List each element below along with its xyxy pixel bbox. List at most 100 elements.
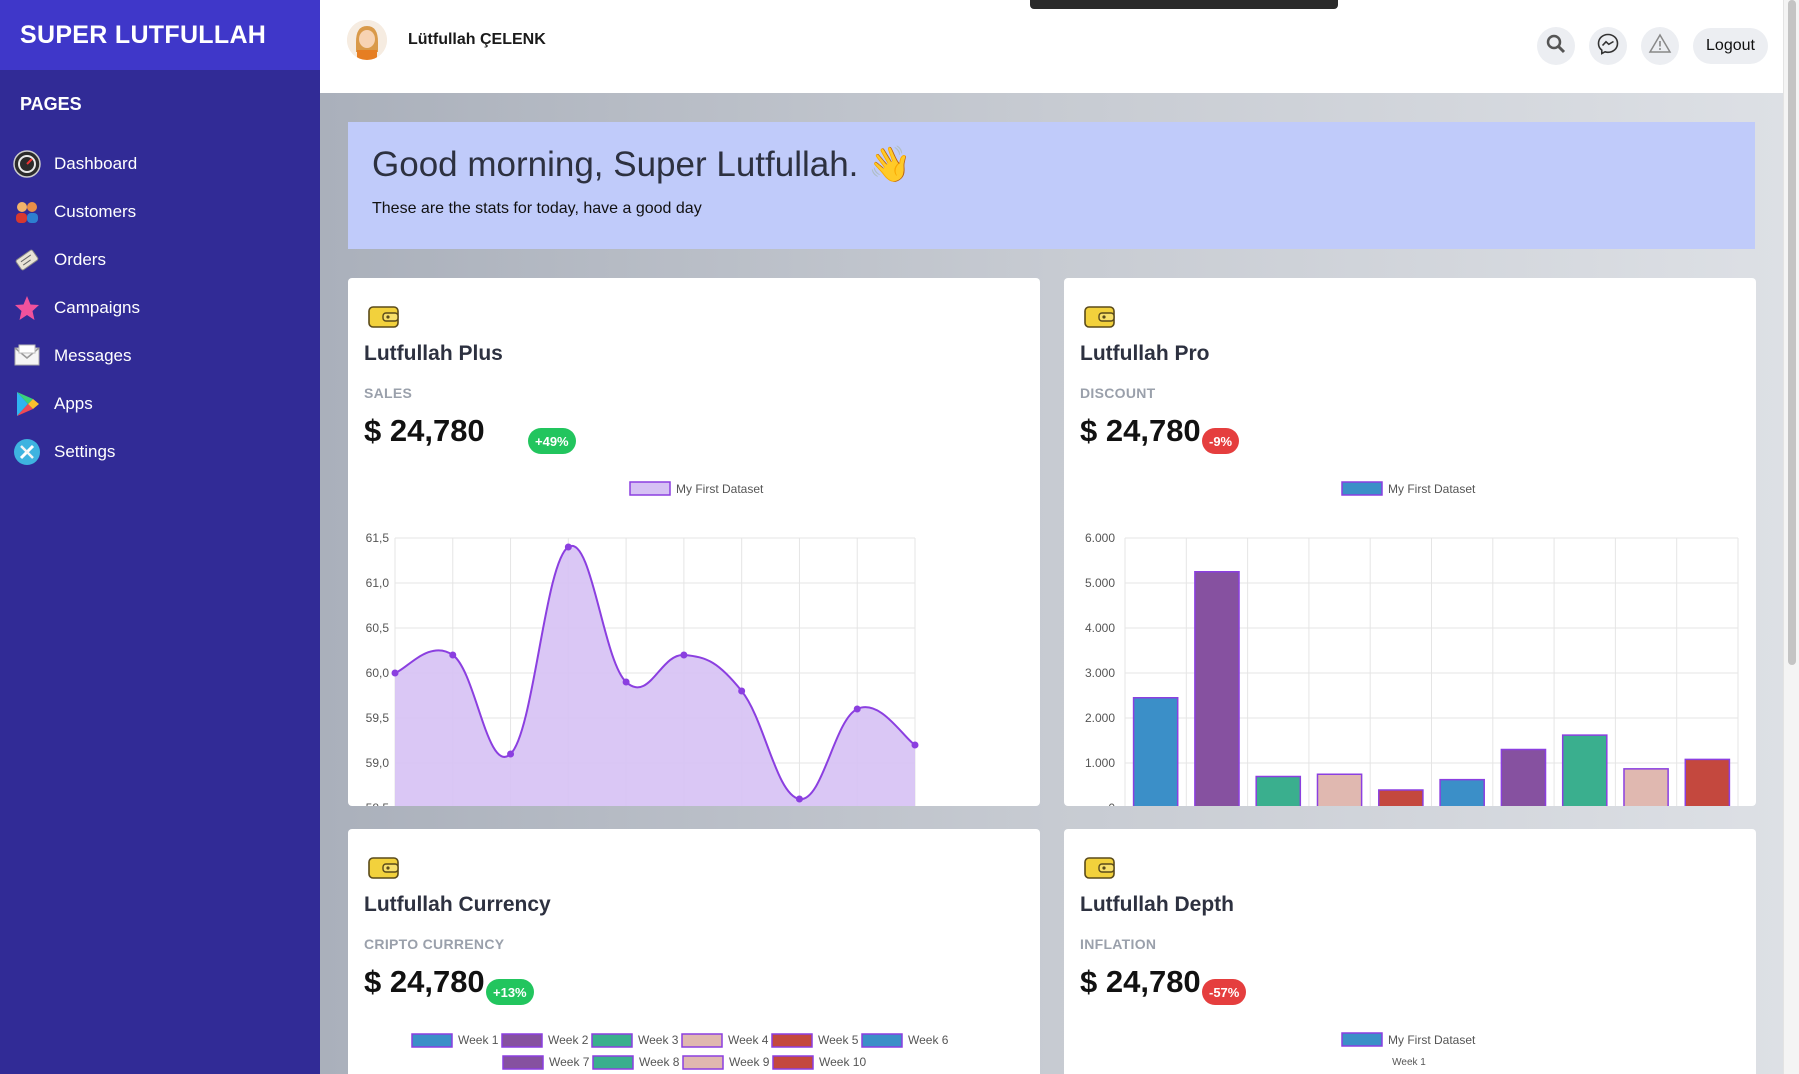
card-amount: $ 24,780 <box>364 964 485 999</box>
legend-swatch <box>772 1055 814 1070</box>
bar-chart-partial: My First DatasetWeek 16.000 <box>1341 1032 1476 1068</box>
dashboard-icon <box>12 149 42 179</box>
y-tick-label: 61,5 <box>366 531 390 545</box>
user-name[interactable]: Lütfullah ÇELENK <box>408 31 546 49</box>
orders-icon <box>12 245 42 275</box>
sidebar-item-orders[interactable]: Orders <box>0 236 320 284</box>
scrollbar-thumb[interactable] <box>1788 0 1796 665</box>
data-point <box>564 543 572 551</box>
legend-swatch <box>501 1033 543 1048</box>
bar <box>1378 789 1424 806</box>
bar <box>1439 778 1485 806</box>
legend-label: Week 4 <box>728 1033 769 1047</box>
data-point <box>622 678 630 686</box>
alert-button[interactable] <box>1641 27 1679 65</box>
card-title: Lutfullah Plus <box>364 342 503 365</box>
avatar[interactable] <box>347 20 387 60</box>
data-point <box>795 795 803 803</box>
change-badge: -57% <box>1202 979 1247 1005</box>
sidebar-item-settings[interactable]: Settings <box>0 428 320 476</box>
pie-chart: Week 1 Week 2 Week 3 Week 4 Week 5 Week 6 Week… <box>411 1033 949 1070</box>
card-title: Lutfullah Depth <box>1080 893 1234 916</box>
y-tick-label: 0 <box>1108 801 1115 806</box>
change-badge: +49% <box>528 428 576 454</box>
card-subtitle: DISCOUNT <box>1080 385 1156 401</box>
logout-button[interactable]: Logout <box>1693 28 1768 64</box>
brand-title[interactable]: SUPER LUTFULLAH <box>0 0 320 70</box>
legend-label: My First Dataset <box>676 482 764 496</box>
sidebar-item-apps[interactable]: Apps <box>0 380 320 428</box>
y-tick-label: 61,0 <box>366 576 390 590</box>
legend-swatch <box>771 1033 813 1048</box>
bar <box>1194 571 1240 806</box>
legend-label: Week 8 <box>639 1055 680 1069</box>
legend-label: My First Dataset <box>1388 1033 1476 1047</box>
messenger-icon <box>1596 32 1620 61</box>
y-tick-label: 6.000 <box>1085 531 1115 545</box>
wallet-icon <box>368 306 399 328</box>
search-button[interactable] <box>1537 27 1575 65</box>
top-overlay-bar <box>1030 0 1338 9</box>
warning-icon <box>1648 32 1672 61</box>
sidebar-item-label: Apps <box>54 394 93 413</box>
y-tick-label: 59,0 <box>366 756 390 770</box>
data-point <box>507 750 515 758</box>
card-title: Lutfullah Currency <box>364 893 551 916</box>
sidebar: SUPER LUTFULLAH PAGES Dashboard Customer… <box>0 0 320 1074</box>
greeting-title: Good morning, Super Lutfullah. 👋 <box>372 145 912 184</box>
data-point <box>680 651 688 659</box>
legend-swatch <box>629 481 671 496</box>
customers-icon <box>12 197 42 227</box>
sidebar-item-label: Customers <box>54 202 137 221</box>
sidebar-item-campaigns[interactable]: Campaigns <box>0 284 320 332</box>
sidebar-item-label: Settings <box>54 442 116 461</box>
legend-label: Week 9 <box>729 1055 770 1069</box>
x-tick-label: Week 1 <box>1392 1057 1426 1068</box>
y-tick-label: 5.000 <box>1085 576 1115 590</box>
tools-icon <box>12 437 42 467</box>
legend-label: Week 5 <box>818 1033 859 1047</box>
bar <box>1316 773 1363 806</box>
sidebar-item-label: Campaigns <box>54 298 140 317</box>
card-amount: $ 24,780 <box>364 413 485 448</box>
wallet-icon <box>1084 306 1115 328</box>
card-subtitle: CRIPTO CURRENCY <box>364 936 505 952</box>
envelope-icon <box>12 341 42 371</box>
sidebar-item-dashboard[interactable]: Dashboard <box>0 140 320 188</box>
bar <box>1255 775 1302 806</box>
data-point <box>449 651 457 659</box>
sidebar-item-customers[interactable]: Customers <box>0 188 320 236</box>
data-point <box>738 687 746 695</box>
card-amount: $ 24,780 <box>1080 964 1201 999</box>
y-tick-label: 60,0 <box>366 666 390 680</box>
messenger-button[interactable] <box>1589 27 1627 65</box>
sidebar-item-messages[interactable]: Messages <box>0 332 320 380</box>
legend-swatch <box>591 1033 633 1048</box>
legend-swatch <box>682 1055 724 1070</box>
legend-label: Week 6 <box>908 1033 949 1047</box>
line-chart: My First Dataset 61,5 61,0 60,5 60,0 59,5 59,0… <box>366 481 919 806</box>
greeting-subtitle: These are the stats for today, have a go… <box>372 200 702 217</box>
sidebar-item-label: Dashboard <box>54 154 138 173</box>
card-title: Lutfullah Pro <box>1080 342 1210 365</box>
legend-label: Week 10 <box>819 1055 866 1069</box>
bar <box>1500 748 1547 806</box>
legend-swatch <box>861 1033 903 1048</box>
legend-swatch <box>411 1033 453 1048</box>
legend-swatch <box>1341 1032 1383 1047</box>
bar <box>1132 697 1179 806</box>
sidebar-item-label: Messages <box>54 346 132 365</box>
legend-label: Week 2 <box>548 1033 589 1047</box>
card-subtitle: SALES <box>364 385 413 401</box>
y-tick-label: 58,5 <box>366 801 390 806</box>
bar-chart: My First Dataset 6.000 5.000 4.000 3.000 2.00… <box>1085 481 1739 806</box>
sidebar-item-label: Orders <box>54 250 106 269</box>
legend-label: Week 3 <box>638 1033 679 1047</box>
vertical-scrollbar[interactable] <box>1783 0 1799 1074</box>
legend-swatch <box>592 1055 634 1070</box>
card-amount: $ 24,780 <box>1080 413 1201 448</box>
bar <box>1561 734 1608 806</box>
data-point <box>391 669 399 677</box>
legend-label: Week 1 <box>458 1033 499 1047</box>
bar <box>1623 768 1669 806</box>
